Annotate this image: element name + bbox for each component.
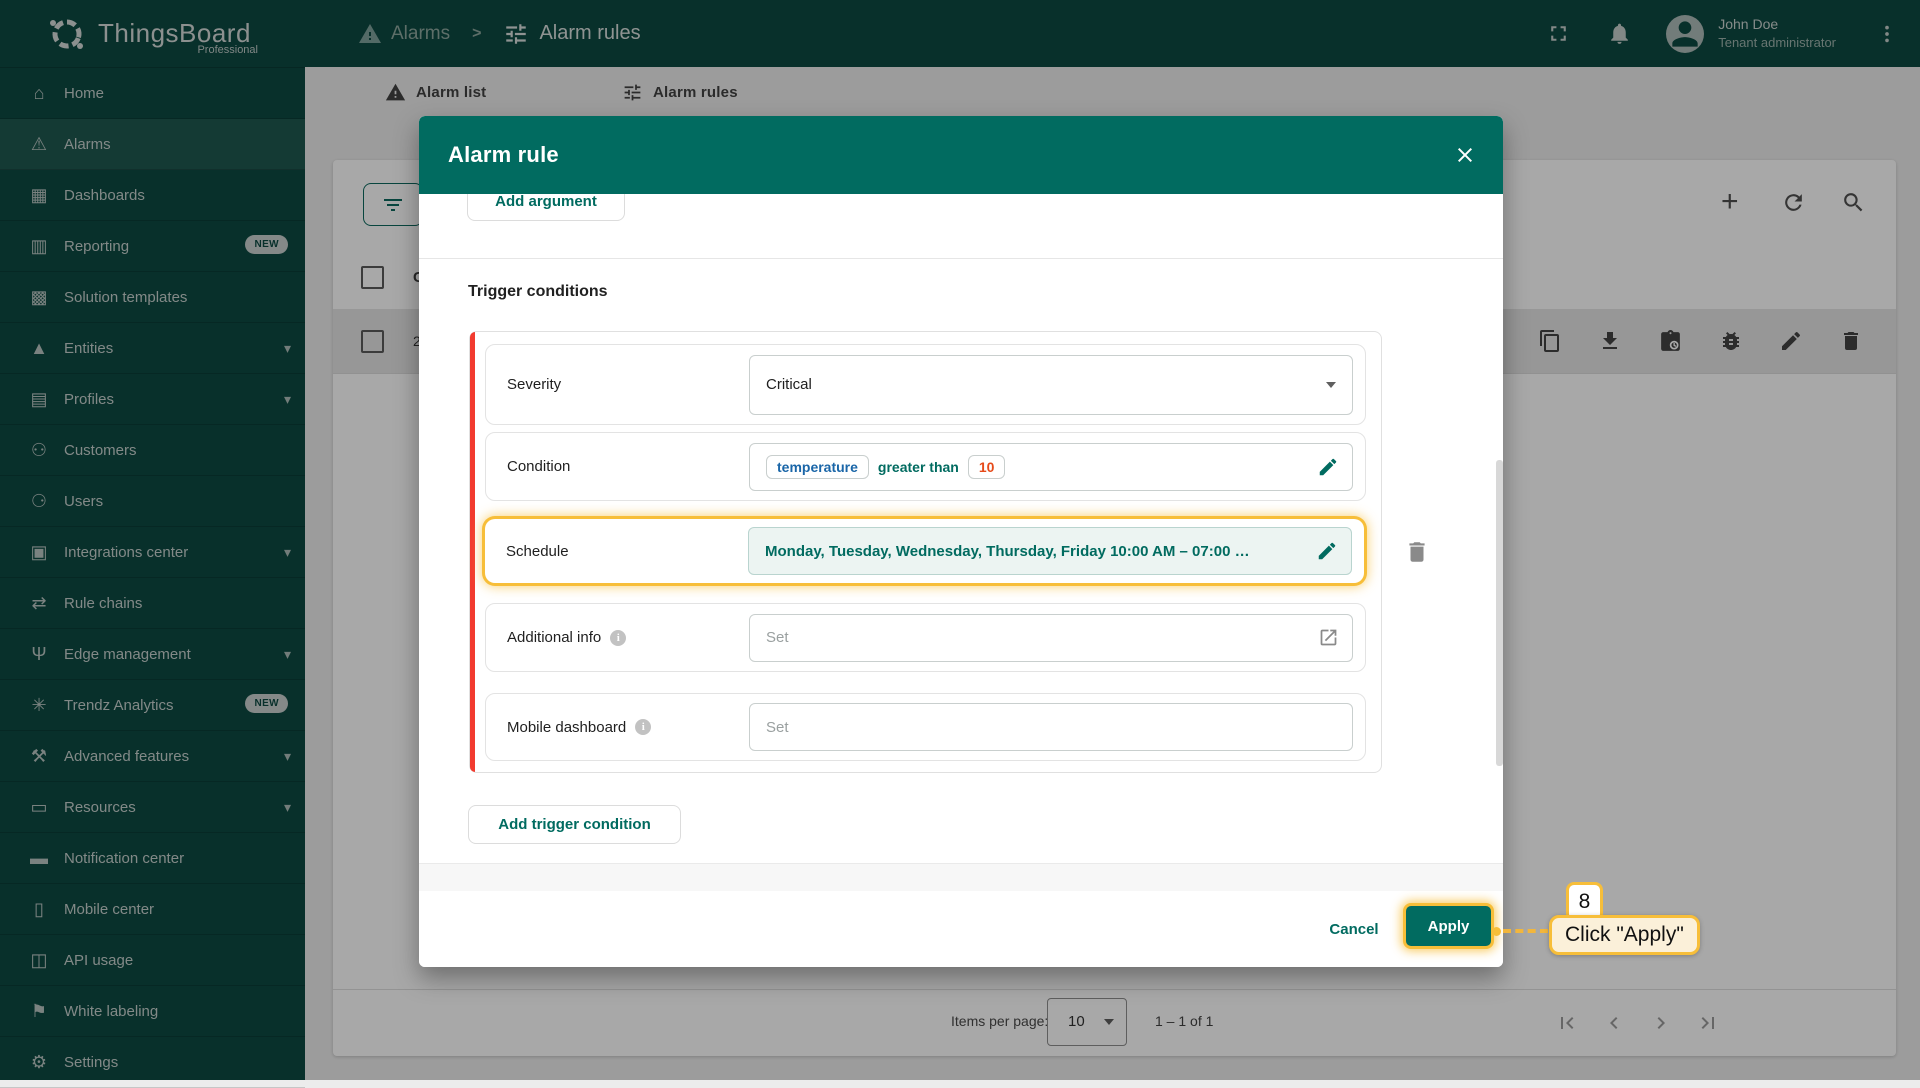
mobile-dashboard-field[interactable]: Set — [749, 703, 1353, 751]
condition-value-chip: 10 — [967, 454, 1006, 479]
delete-condition-icon[interactable] — [1404, 539, 1430, 565]
divider — [419, 258, 1503, 259]
schedule-value: Monday, Tuesday, Wednesday, Thursday, Fr… — [765, 542, 1250, 560]
open-in-new-icon[interactable] — [1318, 627, 1339, 648]
condition-label: Condition — [507, 458, 571, 475]
severity-select[interactable]: Critical — [749, 354, 1353, 415]
severity-label: Severity — [507, 376, 562, 393]
mobile-dashboard-row: Mobile dashboard i Set — [485, 693, 1366, 761]
trigger-condition-card: Severity Critical Condition temperature … — [469, 331, 1382, 773]
cancel-button[interactable]: Cancel — [1318, 909, 1390, 949]
annotation-connector-line — [1503, 929, 1548, 933]
additional-info-row: Additional info i Set — [485, 603, 1366, 672]
condition-argument-chip: temperature — [766, 454, 869, 479]
info-icon[interactable]: i — [610, 629, 627, 646]
dialog-header: Alarm rule — [419, 116, 1503, 194]
alarm-rule-dialog: Add argument Alarm rule Trigger conditio… — [419, 116, 1503, 967]
modal-scrollbar[interactable] — [1496, 460, 1503, 766]
edit-icon[interactable] — [1316, 540, 1338, 562]
error-stripe — [470, 332, 475, 772]
schedule-label: Schedule — [506, 542, 569, 560]
condition-row: Condition temperature greater than 10 — [485, 432, 1366, 501]
annotation-connector-dot — [1492, 927, 1501, 936]
chevron-down-icon — [1326, 381, 1336, 388]
mobile-dashboard-placeholder: Set — [766, 718, 789, 736]
schedule-row: Schedule Monday, Tuesday, Wednesday, Thu… — [485, 519, 1364, 583]
severity-value: Critical — [766, 376, 812, 393]
footer-band — [419, 863, 1503, 892]
mobile-dashboard-label: Mobile dashboard i — [486, 719, 749, 736]
apply-button[interactable]: Apply — [1403, 903, 1494, 949]
close-icon[interactable] — [1453, 143, 1477, 167]
edit-icon[interactable] — [1317, 456, 1339, 478]
annotation-tooltip: Click "Apply" — [1549, 915, 1700, 955]
info-icon[interactable]: i — [635, 719, 652, 735]
schedule-field[interactable]: Monday, Tuesday, Wednesday, Thursday, Fr… — [748, 527, 1352, 575]
additional-info-field[interactable]: Set — [749, 613, 1353, 662]
dialog-footer: Cancel Apply — [419, 891, 1503, 967]
additional-info-placeholder: Set — [766, 629, 789, 646]
condition-field[interactable]: temperature greater than 10 — [749, 442, 1353, 491]
section-title: Trigger conditions — [468, 283, 608, 300]
severity-row: Severity Critical — [485, 344, 1366, 425]
dialog-title: Alarm rule — [448, 142, 559, 167]
additional-info-label: Additional info i — [486, 629, 749, 646]
add-trigger-condition-button[interactable]: Add trigger condition — [468, 805, 681, 844]
condition-operation: greater than — [877, 458, 959, 475]
